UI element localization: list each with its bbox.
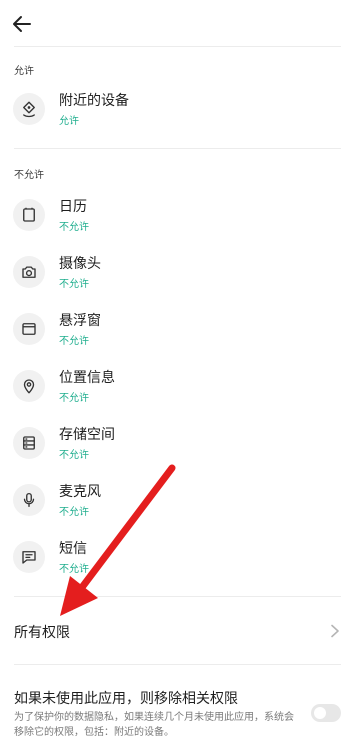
permission-label: 附近的设备 bbox=[59, 93, 129, 109]
all-permissions-row[interactable]: 所有权限 bbox=[0, 622, 355, 642]
permission-status: 不允许 bbox=[59, 507, 89, 518]
chevron-right-icon bbox=[331, 624, 339, 638]
permission-label: 存储空间 bbox=[59, 427, 115, 443]
permission-status: 不允许 bbox=[59, 336, 89, 347]
microphone-icon bbox=[13, 484, 45, 516]
nearby-devices-icon bbox=[13, 93, 45, 125]
remove-permissions-row: 如果未使用此应用，则移除相关权限 为了保护你的数据隐私，如果连续几个月未使用此应… bbox=[0, 688, 355, 748]
arrow-left-icon[interactable] bbox=[10, 12, 34, 36]
permission-status: 不允许 bbox=[59, 393, 89, 404]
permission-item-floating-window[interactable]: 悬浮窗 不允许 bbox=[0, 304, 355, 360]
header-divider bbox=[14, 46, 341, 47]
permission-item-location[interactable]: 位置信息 不允许 bbox=[0, 361, 355, 417]
permission-label: 摄像头 bbox=[59, 256, 101, 272]
permission-label: 短信 bbox=[59, 541, 87, 557]
remove-permissions-toggle[interactable] bbox=[311, 704, 341, 722]
permission-label: 悬浮窗 bbox=[59, 313, 101, 329]
permission-label: 位置信息 bbox=[59, 370, 115, 386]
permission-item-storage[interactable]: 存储空间 不允许 bbox=[0, 418, 355, 474]
denied-section-title: 不允许 bbox=[14, 170, 44, 181]
calendar-icon bbox=[13, 199, 45, 231]
permission-item-nearby-devices[interactable]: 附近的设备 允许 bbox=[0, 84, 355, 140]
permission-status: 不允许 bbox=[59, 450, 89, 461]
permission-status: 不允许 bbox=[59, 279, 89, 290]
permission-status: 不允许 bbox=[59, 222, 89, 233]
permission-item-calendar[interactable]: 日历 不允许 bbox=[0, 190, 355, 246]
permission-label: 日历 bbox=[59, 199, 87, 215]
permission-status: 不允许 bbox=[59, 564, 89, 575]
allowed-section-title: 允许 bbox=[14, 66, 34, 77]
permission-item-camera[interactable]: 摄像头 不允许 bbox=[0, 247, 355, 303]
remove-permissions-title: 如果未使用此应用，则移除相关权限 bbox=[14, 691, 238, 707]
permission-label: 麦克风 bbox=[59, 484, 101, 500]
floating-window-icon bbox=[13, 313, 45, 345]
storage-icon bbox=[13, 427, 45, 459]
section-divider bbox=[14, 596, 341, 597]
permission-item-microphone[interactable]: 麦克风 不允许 bbox=[0, 475, 355, 531]
camera-icon bbox=[13, 256, 45, 288]
location-pin-icon bbox=[13, 370, 45, 402]
message-icon bbox=[13, 541, 45, 573]
section-divider bbox=[14, 148, 341, 149]
top-bar bbox=[0, 0, 355, 46]
all-permissions-label: 所有权限 bbox=[14, 625, 70, 641]
permission-item-sms[interactable]: 短信 不允许 bbox=[0, 532, 355, 588]
remove-permissions-description: 为了保护你的数据隐私，如果连续几个月未使用此应用，系统会移除它的权限，包括：附近… bbox=[14, 712, 294, 738]
permission-status: 允许 bbox=[59, 116, 79, 127]
section-divider bbox=[14, 664, 341, 665]
toggle-knob bbox=[314, 707, 326, 719]
